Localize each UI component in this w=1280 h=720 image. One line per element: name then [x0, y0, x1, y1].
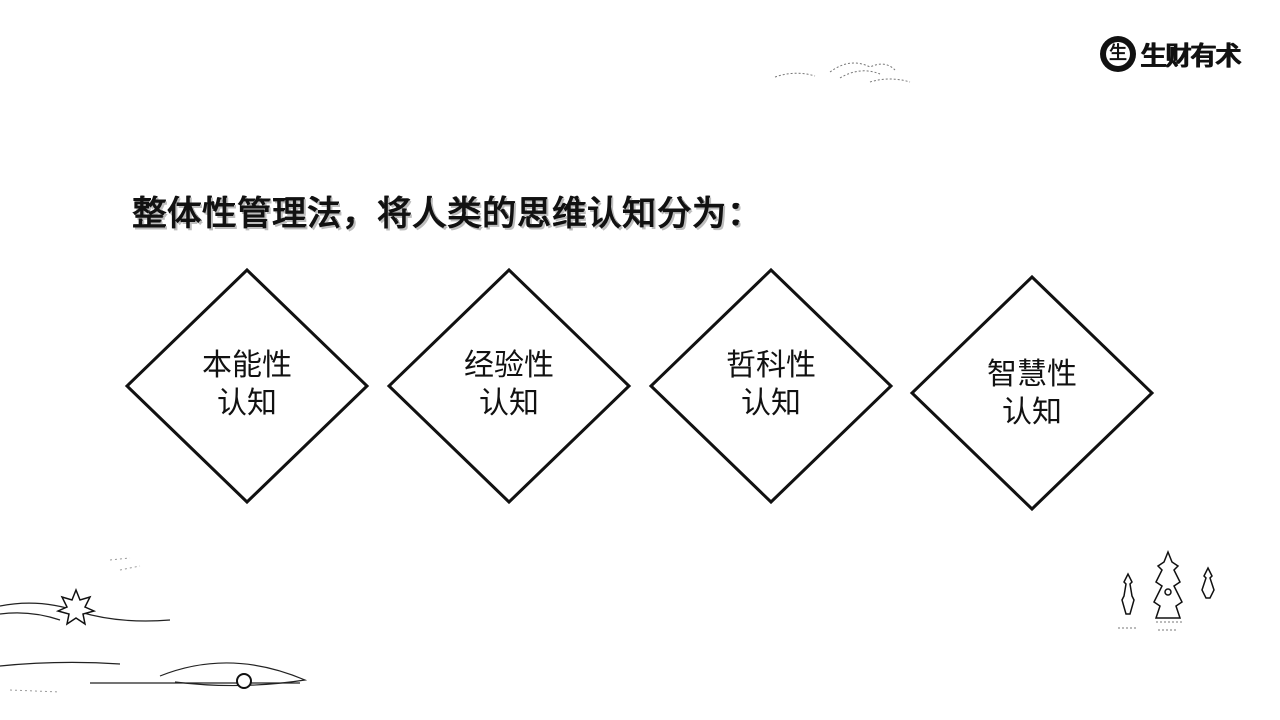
diamond-line2: 认知 [1002, 395, 1062, 430]
diamond-line1: 本能性 [202, 348, 292, 383]
diamond-label: 哲科性 认知 [648, 347, 894, 423]
brand-logo: 生 生财有术 [1100, 34, 1241, 74]
logo-text: 生财有术 [1140, 41, 1241, 72]
diamond-line1: 经验性 [464, 348, 554, 383]
boat-icon [236, 673, 252, 689]
diamond-card-philosophy: 哲科性 认知 [648, 267, 894, 505]
logo-circle-icon: 生 [1100, 36, 1136, 72]
diamond-label: 经验性 认知 [386, 347, 632, 423]
slide: 生 生财有术 整体性管理法，将人类的思维认知分为： 本能性 认知 经验性 认知 … [0, 0, 1280, 720]
diamond-card-instinct: 本能性 认知 [124, 267, 370, 505]
diamond-line1: 智慧性 [987, 357, 1077, 392]
diamond-line2: 认知 [217, 386, 277, 421]
diamond-label: 智慧性 认知 [909, 356, 1155, 432]
maple-leaf-icon [56, 588, 96, 626]
diamond-label: 本能性 认知 [124, 347, 370, 423]
diamond-line1: 哲科性 [726, 348, 816, 383]
headline: 整体性管理法，将人类的思维认知分为： [132, 194, 762, 234]
landscape-decoration [0, 557, 308, 693]
diamond-card-wisdom: 智慧性 认知 [909, 274, 1155, 512]
pagoda-icon [1118, 549, 1215, 631]
diamond-card-experience: 经验性 认知 [386, 267, 632, 505]
cloud-icon [774, 62, 911, 83]
diamond-line2: 认知 [741, 386, 801, 421]
logo-mark-char: 生 [1109, 43, 1127, 64]
diamond-line2: 认知 [479, 386, 539, 421]
